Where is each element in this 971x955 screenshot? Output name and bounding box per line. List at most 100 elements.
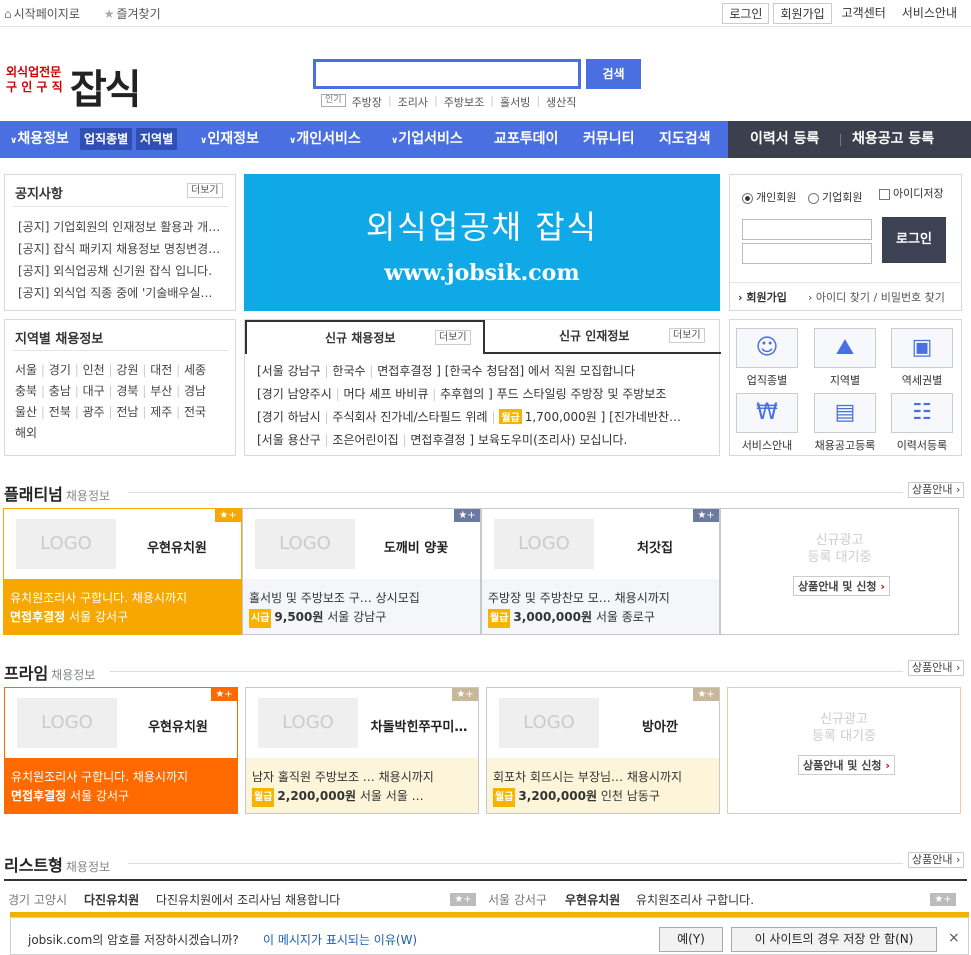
- password-input[interactable]: [742, 243, 872, 264]
- job-location: 서울 서울 …: [359, 789, 424, 803]
- salary-amount: 2,200,000원: [277, 789, 357, 803]
- join-link[interactable]: › 회원가입: [738, 289, 787, 305]
- region-link[interactable]: 울산: [15, 402, 37, 423]
- main-banner[interactable]: 외식업공채 잡식 www.jobsik.com: [244, 174, 720, 311]
- list-company[interactable]: 다진유치원: [84, 891, 139, 908]
- id-input[interactable]: [742, 219, 872, 240]
- new-job-item[interactable]: [경기 하남시 | 주식회사 진가네/스타필드 위례 | 월급 1,700,000…: [257, 408, 712, 425]
- list-product-info-button[interactable]: 상품안내 ›: [908, 852, 965, 868]
- password-save-yes-button[interactable]: 예(Y): [659, 927, 723, 952]
- keyword-link[interactable]: 생산직: [546, 94, 576, 110]
- login-link[interactable]: 로그인: [722, 3, 770, 24]
- platinum-card[interactable]: ★+ LOGO 처갓집 주방장 및 주방찬모 모… 채용시까지 월급 3,000,…: [481, 508, 720, 635]
- region-link[interactable]: 전남: [116, 402, 138, 423]
- banner-headline: 외식업공채 잡식: [365, 208, 599, 246]
- search-button[interactable]: 검색: [586, 59, 641, 89]
- new-job-item[interactable]: [경기 남양주시 | 머다 셰프 바비큐 | 추후협의 ] 푸드 스타일링 주방…: [257, 385, 712, 402]
- list-job-title[interactable]: 다진유치원에서 조리사님 채용합니다: [156, 891, 340, 908]
- region-link[interactable]: 부산: [150, 381, 172, 402]
- prime-card[interactable]: ★+ LOGO 방아깐 회포차 회뜨시는 부장님… 채용시까지 월급 3,200,…: [486, 687, 720, 814]
- region-link[interactable]: 광주: [83, 402, 105, 423]
- keyword-link[interactable]: 주방보조: [444, 94, 484, 110]
- keyword-link[interactable]: 조리사: [398, 94, 428, 110]
- quick-job-post[interactable]: ▤ 채용공고등록: [810, 393, 880, 453]
- notice-item[interactable]: [공지] 기업회원의 인재정보 활용과 개…: [18, 218, 228, 235]
- list-company[interactable]: 우현유치원: [565, 891, 620, 908]
- product-apply-button[interactable]: 상품안내 및 신청 ›: [798, 755, 895, 775]
- login-button[interactable]: 로그인: [882, 217, 946, 263]
- prime-card[interactable]: ★+ LOGO 우현유치원 유치원조리사 구합니다. 채용시까지 면접후결정 서…: [4, 687, 238, 814]
- notice-more-button[interactable]: 더보기: [187, 183, 223, 198]
- site-logo[interactable]: 외식업전문 구 인 구 직 잡식: [6, 57, 146, 113]
- member-type-company[interactable]: 기업회원: [808, 189, 862, 205]
- region-link[interactable]: 서울: [15, 360, 37, 381]
- quick-region[interactable]: ⛰ 지역별: [810, 328, 880, 388]
- nav-community[interactable]: 커뮤니티: [583, 121, 635, 158]
- region-link[interactable]: 경기: [49, 360, 71, 381]
- platinum-product-info-button[interactable]: 상품안내 ›: [908, 482, 965, 498]
- salary-condition: 면접후결정: [11, 789, 67, 803]
- region-link[interactable]: 강원: [116, 360, 138, 381]
- save-id-checkbox[interactable]: 아이디저장: [879, 185, 944, 201]
- prime-card[interactable]: ★+ LOGO 차돌박힌쭈꾸미… 남자 홀직원 주방보조 … 채용시까지 월급 2…: [245, 687, 479, 814]
- region-link[interactable]: 해외: [15, 423, 37, 444]
- member-type-personal[interactable]: 개인회원: [742, 189, 796, 205]
- notice-item[interactable]: [공지] 외식업 직종 중에 '기술배우실…: [18, 284, 228, 301]
- list-heading: 리스트형 채용정보: [4, 856, 111, 875]
- region-link[interactable]: 경남: [184, 381, 206, 402]
- notice-item[interactable]: [공지] 잡식 패키지 채용정보 명칭변경…: [18, 240, 228, 257]
- region-link[interactable]: 대전: [150, 360, 172, 381]
- region-link[interactable]: 전북: [49, 402, 71, 423]
- region-link[interactable]: 충북: [15, 381, 37, 402]
- company-logo: LOGO: [258, 698, 358, 748]
- platinum-card[interactable]: ★+ LOGO 도깨비 양꽃 홀서빙 및 주방보조 구… 상시모집 시급 9,50…: [242, 508, 481, 635]
- prime-product-info-button[interactable]: 상품안내 ›: [908, 660, 965, 676]
- region-link[interactable]: 충남: [49, 381, 71, 402]
- favorites-link[interactable]: ★ 즐겨찾기: [104, 7, 171, 21]
- notice-item[interactable]: [공지] 외식업공채 신기원 잡식 입니다.: [18, 262, 228, 279]
- service-guide-link[interactable]: 서비스안내: [895, 3, 963, 24]
- quick-service[interactable]: ₩ 서비스안내: [732, 393, 802, 453]
- quick-station[interactable]: ▣ 역세권별: [887, 328, 957, 388]
- region-link[interactable]: 대구: [83, 381, 105, 402]
- nav-gyopo-today[interactable]: 교포투데이: [494, 121, 558, 158]
- new-talent-more-button[interactable]: 더보기: [669, 328, 705, 343]
- password-never-save-button[interactable]: 이 사이트의 경우 저장 안 함(N): [731, 927, 937, 952]
- nav-personal-service[interactable]: ∨개인서비스: [289, 121, 361, 158]
- tab-new-talent[interactable]: 신규 인재정보: [559, 327, 629, 344]
- customer-center-link[interactable]: 고객센터: [835, 3, 892, 24]
- platinum-card[interactable]: ★+ LOGO 우현유치원 유치원조리사 구합니다. 채용시까지 면접후결정 서…: [3, 508, 242, 635]
- region-link[interactable]: 전국: [184, 402, 206, 423]
- salary-condition: 면접후결정: [10, 610, 66, 624]
- nav-talent[interactable]: ∨인재정보: [200, 121, 259, 158]
- job-post-register-button[interactable]: 채용공고 등록: [852, 121, 934, 158]
- region-link[interactable]: 세종: [184, 360, 206, 381]
- list-job-title[interactable]: 유치원조리사 구합니다.: [636, 891, 754, 908]
- keyword-link[interactable]: 홀서빙: [500, 94, 530, 110]
- new-jobs-more-button[interactable]: 더보기: [435, 330, 471, 345]
- quick-industry[interactable]: ☺ 업직종별: [732, 328, 802, 388]
- region-link[interactable]: 인천: [83, 360, 105, 381]
- new-job-item[interactable]: [서울 강남구 | 한국수 | 면접후결정 ] [한국수 청담점] 에서 직원 …: [257, 362, 712, 379]
- close-icon[interactable]: ×: [948, 930, 960, 946]
- nav-jobs[interactable]: ∨채용정보: [10, 121, 69, 158]
- nav-sub-industry[interactable]: 업직종별: [80, 128, 133, 150]
- new-job-item[interactable]: [서울 용산구 | 조은어린이집 | 면접후결정 ] 보육도우미(조리사) 모십…: [257, 431, 712, 448]
- tab-new-jobs[interactable]: 신규 채용정보 더보기: [245, 320, 485, 354]
- resume-register-button[interactable]: 이력서 등록: [750, 121, 819, 158]
- nav-company-service[interactable]: ∨기업서비스: [391, 121, 463, 158]
- quick-resume[interactable]: ☷ 이력서등록: [887, 393, 957, 453]
- find-account-link[interactable]: › 아이디 찾기 / 비밀번호 찾기: [808, 289, 945, 305]
- chevron-right-icon: ›: [808, 291, 816, 304]
- nav-map-search[interactable]: 지도검색: [659, 121, 711, 158]
- keyword-link[interactable]: 주방장: [352, 94, 382, 110]
- search-input[interactable]: [313, 59, 581, 89]
- join-link[interactable]: 회원가입: [773, 3, 832, 24]
- job-title: 회포차 회뜨시는 부장님… 채용시까지: [493, 770, 683, 784]
- product-apply-button[interactable]: 상품안내 및 신청 ›: [793, 576, 890, 596]
- password-why-link[interactable]: 이 메시지가 표시되는 이유(W): [263, 931, 417, 948]
- nav-sub-region[interactable]: 지역별: [136, 128, 178, 150]
- region-link[interactable]: 제주: [150, 402, 172, 423]
- homepage-link[interactable]: ⌂ 시작페이지로: [4, 7, 90, 21]
- region-link[interactable]: 경북: [116, 381, 138, 402]
